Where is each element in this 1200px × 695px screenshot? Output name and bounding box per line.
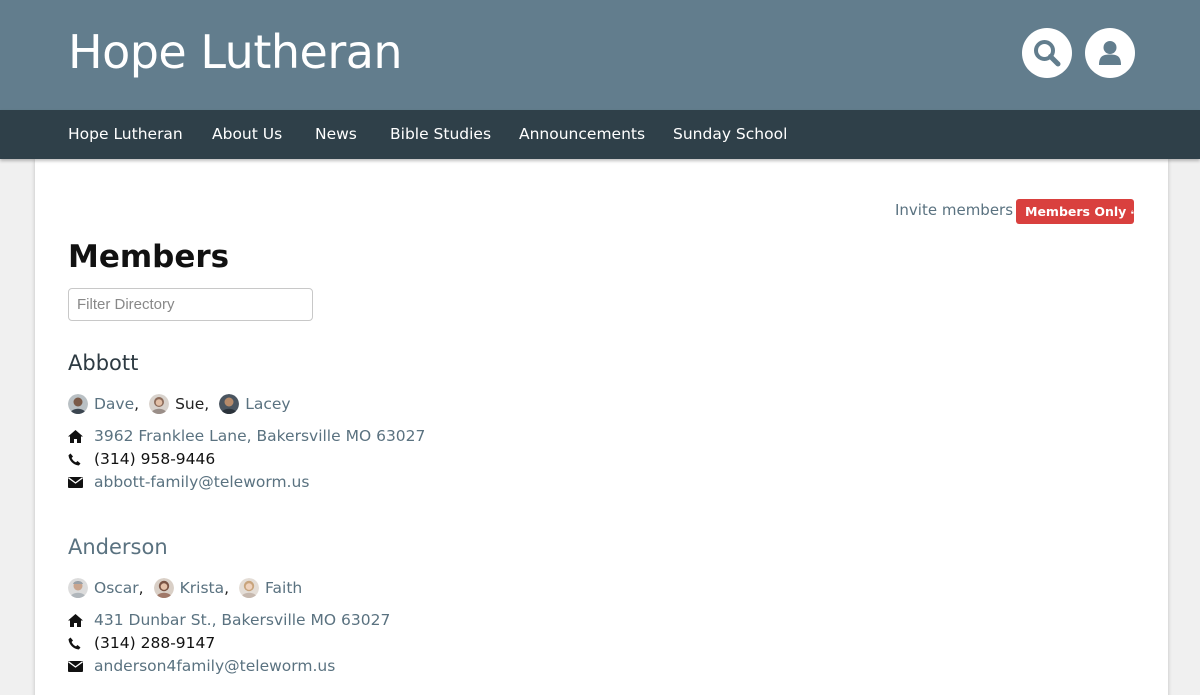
member-lacey: Lacey (219, 394, 291, 414)
member-name-link[interactable]: Dave (94, 395, 134, 413)
family-card-anderson: Anderson Oscar, Krista, Faith 431 Dunbar… (68, 535, 390, 675)
avatar[interactable] (68, 394, 88, 414)
search-icon (1034, 40, 1061, 67)
nav-item-bible-studies[interactable]: Bible Studies (390, 110, 491, 159)
content-panel: Invite members Members Only Members Abbo… (35, 159, 1168, 695)
member-sue: Sue, (149, 394, 209, 414)
member-name-link[interactable]: Faith (265, 579, 302, 597)
family-members: Dave, Sue, Lacey (68, 393, 301, 415)
nav-item-news[interactable]: News (315, 110, 357, 159)
member-name-link[interactable]: Oscar (94, 579, 139, 597)
avatar[interactable] (68, 578, 88, 598)
page-title: Members (68, 239, 230, 275)
member-name-link[interactable]: Krista (180, 579, 225, 597)
family-card-abbott: Abbott Dave, Sue, Lacey 3962 Franklee La… (68, 351, 425, 491)
members-only-badge: Members Only (1016, 199, 1134, 224)
family-name: Abbott (68, 351, 139, 375)
nav-item-about-us[interactable]: About Us (212, 110, 282, 159)
member-faith: Faith (239, 578, 302, 598)
avatar[interactable] (153, 578, 174, 598)
search-button[interactable] (1022, 28, 1072, 78)
home-icon (68, 428, 86, 444)
nav-item-sunday-school[interactable]: Sunday School (673, 110, 787, 159)
address-link[interactable]: 431 Dunbar St., Bakersville MO 63027 (94, 611, 390, 629)
member-name-link[interactable]: Lacey (245, 395, 290, 413)
envelope-icon (68, 474, 86, 490)
nav-item-announcements[interactable]: Announcements (519, 110, 645, 159)
member-dave: Dave, (68, 394, 139, 414)
address-link[interactable]: 3962 Franklee Lane, Bakersville MO 63027 (94, 427, 425, 445)
member-name: Sue (175, 395, 205, 413)
family-name-link[interactable]: Anderson (68, 535, 168, 559)
family-email: abbott-family@teleworm.us (68, 471, 309, 493)
phone-icon (68, 451, 86, 467)
members-only-label: Members Only (1025, 204, 1127, 219)
phone-number: (314) 288-9147 (94, 634, 216, 652)
phone-number: (314) 958-9446 (94, 450, 216, 468)
avatar[interactable] (239, 578, 260, 598)
site-title[interactable]: Hope Lutheran (68, 24, 403, 80)
member-oscar: Oscar, (68, 578, 144, 598)
account-button[interactable] (1085, 28, 1135, 78)
nav-item-home[interactable]: Hope Lutheran (68, 110, 183, 159)
email-link[interactable]: anderson4family@teleworm.us (94, 657, 335, 675)
lock-icon (1131, 209, 1134, 214)
invite-members-link[interactable]: Invite members (895, 201, 1013, 219)
envelope-icon (68, 658, 86, 674)
family-address: 3962 Franklee Lane, Bakersville MO 63027 (68, 425, 425, 447)
email-link[interactable]: abbott-family@teleworm.us (94, 473, 309, 491)
main-nav: Hope Lutheran About Us News Bible Studie… (0, 110, 1200, 159)
family-address: 431 Dunbar St., Bakersville MO 63027 (68, 609, 390, 631)
family-phone: (314) 288-9147 (68, 632, 215, 654)
user-icon (1099, 41, 1121, 65)
home-icon (68, 612, 86, 628)
filter-directory-input[interactable] (68, 288, 313, 321)
member-krista: Krista, (153, 578, 229, 598)
avatar[interactable] (219, 394, 240, 414)
family-members: Oscar, Krista, Faith (68, 577, 312, 599)
family-phone: (314) 958-9446 (68, 448, 215, 470)
phone-icon (68, 635, 86, 651)
site-header: Hope Lutheran (0, 0, 1200, 110)
avatar[interactable] (149, 394, 170, 414)
family-email: anderson4family@teleworm.us (68, 655, 335, 677)
